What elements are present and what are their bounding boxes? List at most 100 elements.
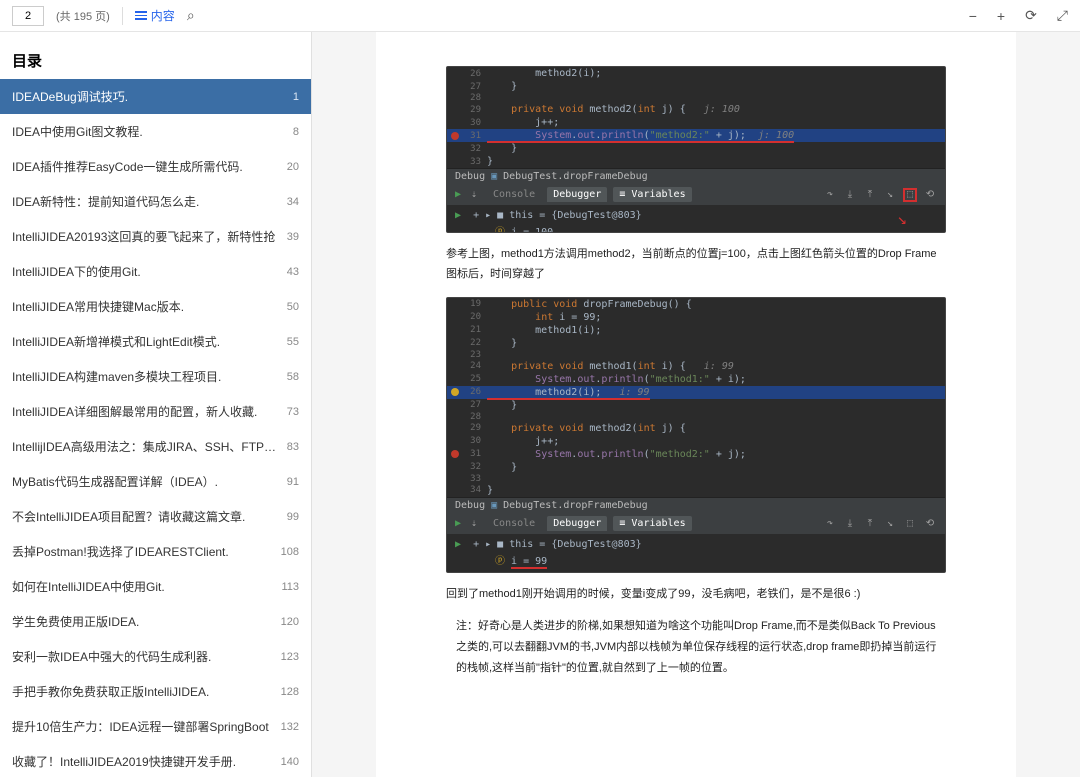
toc-item[interactable]: 如何在IntelliJIDEA中使用Git. 113 <box>0 569 311 604</box>
zoom-in-icon[interactable]: + <box>997 8 1005 24</box>
contents-button[interactable]: 内容 <box>135 7 175 24</box>
toc-item[interactable]: 学生免费使用正版IDEA. 120 <box>0 604 311 639</box>
expand-icon[interactable]: ⤢ <box>1057 7 1068 24</box>
run-icon[interactable]: ▶ <box>455 539 461 550</box>
resume-icon[interactable]: ▶ <box>455 518 461 529</box>
page-number-input[interactable] <box>12 6 44 26</box>
toc-item[interactable]: IDEA插件推荐EasyCode一键生成所需代码. 20 <box>0 149 311 184</box>
tab-debugger[interactable]: Debugger <box>547 516 607 531</box>
code-screenshot-1: 26 method2(i);27 }2829 private void meth… <box>446 66 946 233</box>
toc-label: 收藏了！IntelliJIDEA2019快捷键开发手册. <box>12 753 271 770</box>
toc-page: 50 <box>287 301 299 313</box>
toc-label: IDEADeBug调试技巧. <box>12 88 283 105</box>
toc-item[interactable]: 丢掉Postman!我选择了IDEARESTClient.108 <box>0 534 311 569</box>
run-icon[interactable]: ▶ <box>455 210 461 221</box>
toc-item[interactable]: IntelliJIDEA下的使用Git. 43 <box>0 254 311 289</box>
toc-page: 99 <box>287 511 299 523</box>
toc-page: 83 <box>287 441 299 453</box>
toc-item[interactable]: MyBatis代码生成器配置详解（IDEA）. 91 <box>0 464 311 499</box>
toc-page: 123 <box>281 651 299 663</box>
icon4[interactable]: ↘ <box>883 516 897 530</box>
page-total: (共 195 页) <box>56 8 110 24</box>
resume-icon[interactable]: ▶ <box>455 189 461 200</box>
icon1[interactable]: ↷ <box>823 188 837 202</box>
code-screenshot-2: 19 public void dropFrameDebug() {20 int … <box>446 297 946 573</box>
toc-label: 手把手教你免费获取正版IntelliJIDEA. <box>12 683 271 700</box>
var-j: j = 100 <box>511 227 553 233</box>
toc-label: 学生免费使用正版IDEA. <box>12 613 271 630</box>
toc-label: IDEA新特性：提前知道代码怎么走. <box>12 193 277 210</box>
paragraph-1: 参考上图，method1方法调用method2，当前断点的位置j=100，点击上… <box>446 245 946 285</box>
search-icon[interactable]: ⌕ <box>187 7 195 24</box>
tab-variables[interactable]: ≡ Variables <box>613 187 691 202</box>
toc-item[interactable]: 手把手教你免费获取正版IntelliJIDEA. 128 <box>0 674 311 709</box>
icon2[interactable]: ⤓ <box>843 516 857 530</box>
toc-item[interactable]: IDEA新特性：提前知道代码怎么走. 34 <box>0 184 311 219</box>
toc-page: 140 <box>281 756 299 768</box>
tab-variables[interactable]: ≡ Variables <box>613 516 691 531</box>
icon4[interactable]: ↘ <box>883 188 897 202</box>
toc-label: IntelliJIDEA新增禅模式和LightEdit模式. <box>12 333 277 350</box>
debug-title: DebugTest.dropFrameDebug <box>503 171 648 182</box>
toc-item[interactable]: 安利一款IDEA中强大的代码生成利器. 123 <box>0 639 311 674</box>
toc-item[interactable]: IntelliJIDEA常用快捷键Mac版本. 50 <box>0 289 311 324</box>
toc-page: 120 <box>281 616 299 628</box>
contents-label: 内容 <box>151 7 175 24</box>
document-page: 26 method2(i);27 }2829 private void meth… <box>376 32 1016 777</box>
toc-page: 113 <box>281 581 299 593</box>
toc-label: 安利一款IDEA中强大的代码生成利器. <box>12 648 271 665</box>
toc-page: 1 <box>293 91 299 103</box>
toc-page: 43 <box>287 266 299 278</box>
toc-label: IDEA插件推荐EasyCode一键生成所需代码. <box>12 158 277 175</box>
toc-item[interactable]: 不会IntelliJIDEA项目配置？请收藏这篇文章. 99 <box>0 499 311 534</box>
icon5[interactable]: ⟲ <box>923 188 937 202</box>
icon2[interactable]: ⤓ <box>843 188 857 202</box>
toc-page: 132 <box>281 721 299 733</box>
toc-item[interactable]: IntelliJIDEA构建maven多模块工程项目.58 <box>0 359 311 394</box>
toc-page: 34 <box>287 196 299 208</box>
tab-console[interactable]: Console <box>487 516 541 531</box>
toc-page: 128 <box>281 686 299 698</box>
drop-frame-icon[interactable]: ⬚ <box>903 516 917 530</box>
document-viewport[interactable]: 26 method2(i);27 }2829 private void meth… <box>312 32 1080 777</box>
toc-item[interactable]: IntelliJIDEA20193这回真的要飞起来了，新特性抢39 <box>0 219 311 254</box>
toc-item[interactable]: 收藏了！IntelliJIDEA2019快捷键开发手册. 140 <box>0 744 311 777</box>
toc-label: IntelliJIDEA常用快捷键Mac版本. <box>12 298 277 315</box>
rotate-icon[interactable]: ⟳ <box>1025 7 1037 24</box>
toc-page: 55 <box>287 336 299 348</box>
debug-title: DebugTest.dropFrameDebug <box>503 500 648 511</box>
toc-label: IntelliJIDEA下的使用Git. <box>12 263 277 280</box>
separator <box>122 7 123 25</box>
toc-item[interactable]: 提升10倍生产力：IDEA远程一键部署SpringBoot132 <box>0 709 311 744</box>
toc-page: 20 <box>287 161 299 173</box>
step-icon[interactable]: ⇣ <box>467 188 481 202</box>
toc-label: 如何在IntelliJIDEA中使用Git. <box>12 578 271 595</box>
toc-label: IDEA中使用Git图文教程. <box>12 123 283 140</box>
toc-label: IntellijIDEA高级用法之：集成JIRA、SSH、FTP、D <box>12 438 277 455</box>
toc-label: 不会IntelliJIDEA项目配置？请收藏这篇文章. <box>12 508 277 525</box>
paragraph-note: 注：好奇心是人类进步的阶梯,如果想知道为啥这个功能叫Drop Frame,而不是… <box>446 616 946 679</box>
toc-item[interactable]: IDEA中使用Git图文教程.8 <box>0 114 311 149</box>
icon3[interactable]: ⤒ <box>863 516 877 530</box>
table-of-contents: 目录 IDEADeBug调试技巧.1IDEA中使用Git图文教程.8IDEA插件… <box>0 32 312 777</box>
toc-item[interactable]: IntelliJIDEA详细图解最常用的配置，新人收藏.73 <box>0 394 311 429</box>
icon1[interactable]: ↷ <box>823 516 837 530</box>
tab-debugger[interactable]: Debugger <box>547 187 607 202</box>
debug-label: Debug <box>455 171 485 182</box>
paragraph-2: 回到了method1刚开始调用的时候，变量i变成了99，没毛病吧，老铁们，是不是… <box>446 585 946 605</box>
toc-page: 39 <box>287 231 299 243</box>
debug-label: Debug <box>455 500 485 511</box>
toc-page: 91 <box>287 476 299 488</box>
toc-item[interactable]: IntellijIDEA高级用法之：集成JIRA、SSH、FTP、D 83 <box>0 429 311 464</box>
toc-label: MyBatis代码生成器配置详解（IDEA）. <box>12 473 277 490</box>
icon5[interactable]: ⟲ <box>923 516 937 530</box>
step-icon[interactable]: ⇣ <box>467 516 481 530</box>
drop-frame-icon[interactable]: ⬚ <box>903 188 917 202</box>
zoom-out-icon[interactable]: − <box>969 8 977 24</box>
tab-console[interactable]: Console <box>487 187 541 202</box>
toc-page: 58 <box>287 371 299 383</box>
icon3[interactable]: ⤒ <box>863 188 877 202</box>
toc-item[interactable]: IDEADeBug调试技巧. 1 <box>0 79 311 114</box>
toc-item[interactable]: IntelliJIDEA新增禅模式和LightEdit模式. 55 <box>0 324 311 359</box>
var-this: this = {DebugTest@803} <box>509 539 641 550</box>
